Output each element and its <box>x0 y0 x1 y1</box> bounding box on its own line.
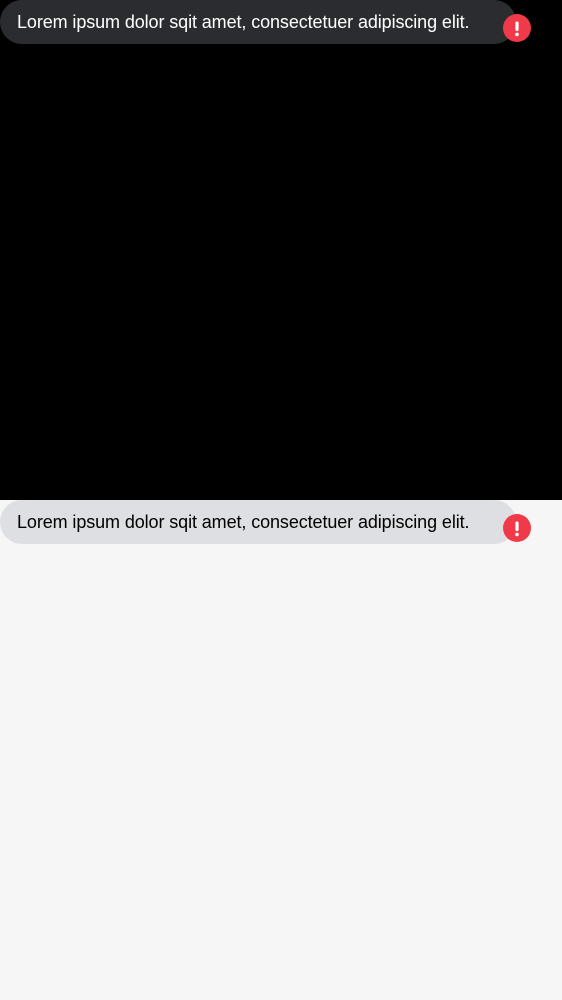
message-bubble[interactable]: Lorem ipsum dolor sqit amet, consectetue… <box>0 0 516 44</box>
message-text: Lorem ipsum dolor sqit amet, consectetue… <box>17 511 470 532</box>
message-text: Lorem ipsum dolor sqit amet, consectetue… <box>17 11 470 32</box>
error-exclamation-icon[interactable] <box>503 514 531 542</box>
light-theme-panel: Lorem ipsum dolor sqit amet, consectetue… <box>0 500 562 1000</box>
error-exclamation-icon[interactable] <box>503 14 531 42</box>
dark-theme-panel: Lorem ipsum dolor sqit amet, consectetue… <box>0 0 562 500</box>
message-bubble[interactable]: Lorem ipsum dolor sqit amet, consectetue… <box>0 500 516 544</box>
